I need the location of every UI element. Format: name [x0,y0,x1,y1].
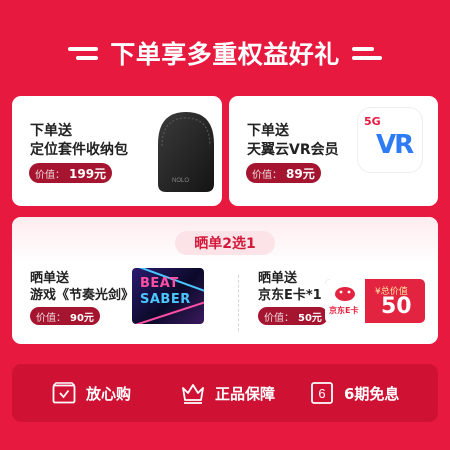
page-title: 下单享多重权益好礼 [110,40,340,69]
option-game[interactable]: 晒单送 游戏《节奏光剑》 价值： 90元 [12,265,238,344]
svg-text:6: 6 [318,386,325,401]
price-value: 90元 [70,312,94,324]
price-pill: 价值： 90元 [30,307,100,325]
gift-card-vr-vip[interactable]: 下单送 天翼云VR会员 价值： 89元 5G VR [229,96,438,206]
title-decoration-left [68,46,99,60]
section-title: 晒单2选1 [175,231,275,255]
gift-line2: 定位套件收纳包 [30,142,128,158]
price-pill: 价值： 50元 [258,307,328,325]
price-label: 价值： [35,169,65,181]
title-decoration-right [351,46,382,60]
price-pill: 价值： 199元 [29,163,113,183]
price-value: 89元 [286,166,315,181]
price-label: 价值： [36,312,66,324]
price-pill: 价值： 89元 [246,163,321,183]
case-logo: NOLO [172,178,189,184]
app-badge: 5G [364,115,381,128]
feature-item-safe[interactable]: 放心购 [52,364,131,422]
feature-item-installment[interactable]: 6 6期免息 [310,364,399,422]
card-brand: 京东E卡 [329,306,359,315]
feature-bar: 放心购 正品保障 6 6期免息 [12,364,438,422]
image-text-beat: BEAT [140,276,179,291]
storage-case-image: NOLO [158,112,214,192]
feature-label: 6期免息 [344,384,400,403]
price-label: 价值： [264,312,294,324]
gift-line1: 下单送 [247,123,289,139]
option-line2: 京东E卡*1 [258,288,322,303]
app-letters: VR [376,130,414,160]
checkmark-box-icon [52,382,76,404]
choose-one-section: 晒单2选1 晒单送 游戏《节奏光剑》 价值： 90元 BEAT SABER 晒单… [12,217,438,344]
jd-ecard-image: 京东E卡 ¥总价值 50 [325,279,425,323]
vr-app-icon: 5G VR [358,108,422,172]
price-value: 199元 [69,166,107,181]
feature-label: 放心购 [86,384,132,403]
image-text-saber: SABER [140,292,191,307]
six-box-icon: 6 [311,382,333,404]
option-line2: 游戏《节奏光剑》 [30,288,135,303]
title-bar: 下单享多重权益好礼 [0,28,450,78]
gift-card-storage-case[interactable]: 下单送 定位套件收纳包 价值： 199元 NOLO [12,96,222,206]
gift-line2: 天翼云VR会员 [247,142,339,158]
dog-mascot-icon [335,287,355,301]
price-label: 价值： [252,169,282,181]
gift-line1: 下单送 [30,123,72,139]
price-value: 50元 [298,312,322,324]
card-value: 50 [381,294,412,319]
feature-label: 正品保障 [215,384,276,403]
beat-saber-image: BEAT SABER [132,268,204,324]
feature-item-genuine[interactable]: 正品保障 [181,364,275,422]
crown-icon [182,384,204,404]
